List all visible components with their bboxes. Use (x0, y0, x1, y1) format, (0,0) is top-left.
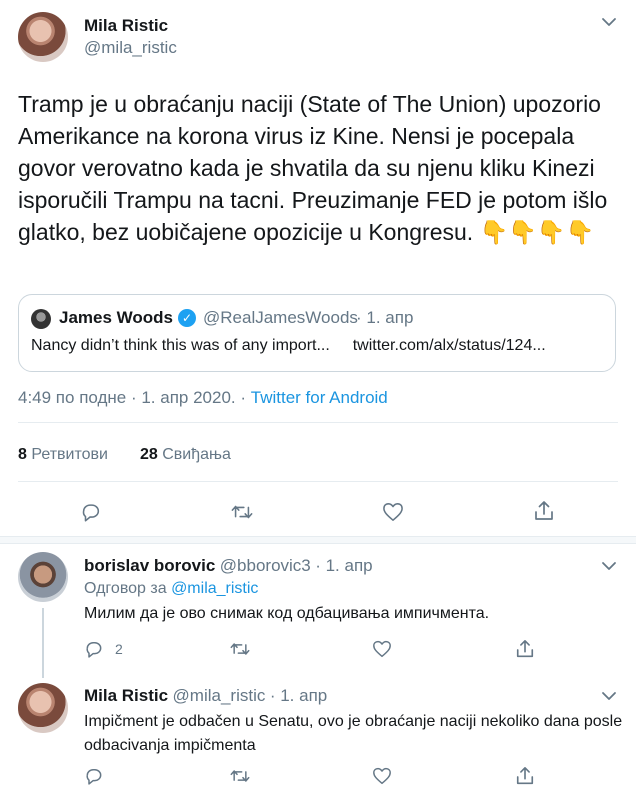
tweet-timestamp-row: 4:49 по подне · 1. апр 2020. · Twitter f… (18, 388, 388, 408)
tweet-text: Tramp je u obraćanju naciji (State of Th… (18, 91, 608, 245)
likes-stat[interactable]: 28 Свиђања (140, 446, 231, 464)
like-icon[interactable] (372, 640, 392, 658)
section-separator (0, 536, 636, 544)
reply-author-avatar[interactable] (18, 683, 68, 733)
reply-icon[interactable] (80, 501, 102, 523)
tweet-source-link[interactable]: Twitter for Android (251, 388, 388, 407)
reply-to-line: Одговор за @mila_ristic (84, 580, 258, 598)
reply-count: 2 (115, 641, 123, 657)
author-name[interactable]: Mila Ristic (84, 16, 168, 36)
tweet-timestamp[interactable]: 4:49 по подне · 1. апр 2020. · (18, 388, 251, 407)
author-handle[interactable]: @mila_ristic (84, 38, 177, 58)
reply-text: Милим да је ово снимак код одбацивања им… (84, 605, 490, 622)
share-icon[interactable] (515, 765, 535, 787)
divider (18, 422, 618, 423)
chevron-down-icon[interactable] (601, 690, 617, 702)
quote-text: Nancy didn’t think this was of any impor… (31, 337, 330, 354)
likes-count: 28 (140, 446, 158, 463)
retweets-count: 8 (18, 446, 27, 463)
quote-link: twitter.com/alx/status/124... (352, 337, 546, 354)
reply-header: borislav borovic @bborovic3 · 1. апр (84, 556, 373, 576)
quote-text-row: Nancy didn’t think this was of any impor… (31, 337, 546, 355)
reply-date[interactable]: · 1. апр (270, 686, 327, 705)
chevron-down-icon[interactable] (601, 560, 617, 572)
share-icon[interactable] (533, 499, 555, 523)
reply-icon[interactable] (84, 639, 104, 659)
chevron-down-icon[interactable] (601, 16, 617, 28)
retweet-icon[interactable] (229, 766, 251, 786)
verified-badge-icon: ✓ (178, 309, 196, 327)
quoted-tweet-card[interactable]: James Woods ✓ @RealJamesWoods · 1. апр N… (18, 294, 616, 372)
reply-author-name[interactable]: borislav borovic (84, 556, 215, 575)
like-icon[interactable] (372, 767, 392, 785)
reply-to-handle[interactable]: @mila_ristic (171, 580, 258, 597)
quote-author-avatar (31, 309, 51, 329)
reply-header: Mila Ristic @mila_ristic · 1. апр (84, 686, 327, 706)
reply-author-name[interactable]: Mila Ristic (84, 686, 168, 705)
divider (18, 481, 618, 482)
reply-icon[interactable] (84, 766, 104, 786)
reply-text: Impičment je odbačen u Senatu, ovo je ob… (84, 713, 623, 754)
thread-line (42, 608, 44, 678)
author-avatar[interactable] (18, 12, 68, 62)
retweets-stat[interactable]: 8 Ретвитови (18, 446, 108, 464)
retweet-icon[interactable] (230, 501, 254, 523)
reply-to-prefix: Одговор за (84, 580, 167, 597)
share-icon[interactable] (515, 638, 535, 660)
quote-author-handle: @RealJamesWoods (203, 308, 358, 327)
retweet-icon[interactable] (229, 639, 251, 659)
reply-author-handle[interactable]: @bborovic3 (220, 556, 311, 575)
quote-date: · 1. апр (356, 308, 414, 327)
reply-author-handle[interactable]: @mila_ristic (173, 686, 266, 705)
quote-author-name: James Woods (59, 308, 174, 327)
likes-label: Свиђања (162, 446, 231, 463)
reply-author-avatar[interactable] (18, 552, 68, 602)
retweets-label: Ретвитови (31, 446, 108, 463)
like-icon[interactable] (382, 502, 404, 522)
reply-date[interactable]: · 1. апр (315, 556, 372, 575)
